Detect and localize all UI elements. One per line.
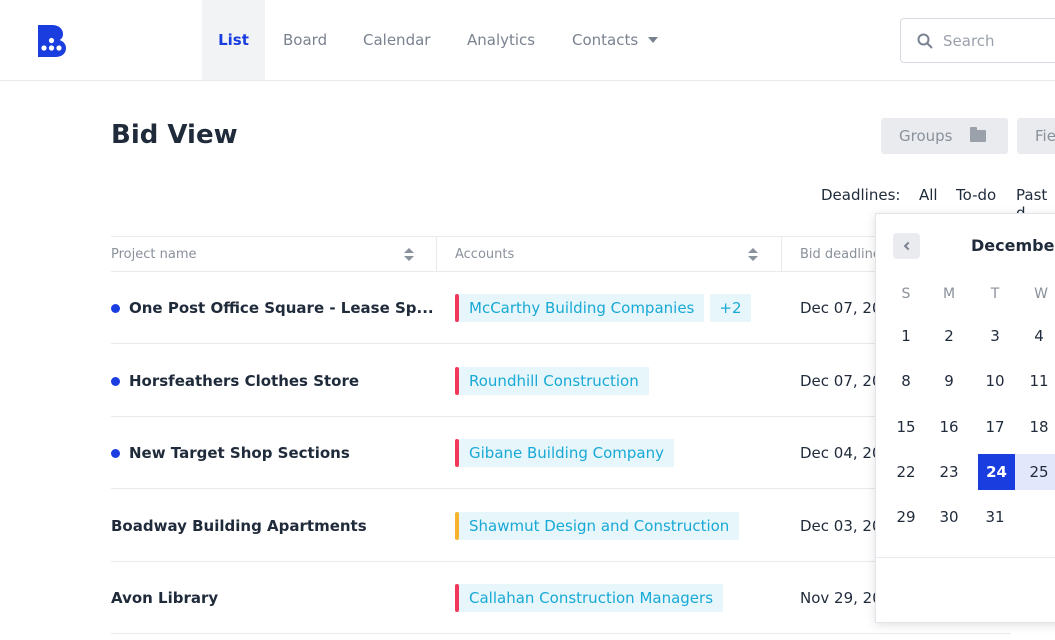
account-tag[interactable]: Callahan Construction Managers <box>455 584 724 612</box>
chevron-left-icon <box>903 241 913 251</box>
sort-icon[interactable] <box>748 248 758 262</box>
tab-label: Contacts <box>572 31 639 49</box>
weekday-label: S <box>901 286 911 302</box>
calendar-day[interactable]: 8 <box>886 363 926 399</box>
project-name: One Post Office Square - Lease Sp... <box>129 299 434 317</box>
fields-button-label: Fie <box>1035 127 1055 145</box>
tab-calendar[interactable]: Calendar <box>363 0 430 80</box>
calendar-day-in-range[interactable]: 25 <box>1015 454 1055 490</box>
bid-deadline-value: Dec 07, 20 <box>800 372 882 390</box>
tab-label: Board <box>283 31 328 49</box>
deadlines-label: Deadlines: <box>821 186 901 204</box>
deadline-filter-todo[interactable]: To-do <box>956 186 996 204</box>
account-tag[interactable]: Roundhill Construction <box>455 367 649 395</box>
account-name: McCarthy Building Companies <box>459 294 705 322</box>
chevron-down-icon <box>648 37 659 43</box>
unread-dot-icon <box>111 448 120 458</box>
weekday-label: W <box>1034 286 1048 302</box>
project-name-cell: Boadway Building Apartments <box>111 490 367 562</box>
account-tag[interactable]: Gibane Building Company <box>455 439 674 467</box>
search-input[interactable]: Search <box>900 18 1055 63</box>
bid-deadline-value: Dec 07, 20 <box>800 299 882 317</box>
calendar-day[interactable]: 18 <box>1019 409 1055 445</box>
unread-dot-icon <box>111 303 120 313</box>
calendar-day[interactable]: 16 <box>929 409 969 445</box>
project-name-cell: One Post Office Square - Lease Sp... <box>111 272 434 344</box>
column-divider <box>781 237 782 271</box>
calendar-day[interactable]: 2 <box>929 318 969 354</box>
project-name: Boadway Building Apartments <box>111 517 367 535</box>
bid-deadline-value: Nov 29, 20 <box>800 589 882 607</box>
tab-board[interactable]: Board <box>283 0 327 80</box>
weekday-label: M <box>942 286 956 302</box>
tab-contacts[interactable]: Contacts <box>572 0 659 80</box>
column-header-project-name[interactable]: Project name <box>111 237 196 271</box>
date-picker-popup: December S M T W 1 2 3 4 8 9 10 11 15 16… <box>875 213 1055 623</box>
calendar-footer-divider <box>876 557 1055 558</box>
tab-analytics[interactable]: Analytics <box>467 0 535 80</box>
search-icon <box>917 33 933 49</box>
fields-button[interactable]: Fie <box>1017 118 1055 154</box>
project-name: New Target Shop Sections <box>129 444 350 462</box>
page-title: Bid View <box>111 120 238 150</box>
column-header-accounts[interactable]: Accounts <box>455 237 514 271</box>
folder-icon <box>970 127 987 142</box>
account-name: Gibane Building Company <box>459 439 674 467</box>
calendar-day[interactable]: 3 <box>975 318 1015 354</box>
more-accounts-badge[interactable]: +2 <box>710 294 751 322</box>
account-tag[interactable]: Shawmut Design and Construction <box>455 512 740 540</box>
tab-label: Calendar <box>363 31 431 49</box>
app-logo-icon[interactable] <box>38 25 66 57</box>
deadline-filter-all[interactable]: All <box>919 186 938 204</box>
search-placeholder: Search <box>943 31 995 50</box>
calendar-day[interactable]: 23 <box>929 454 969 490</box>
project-name-cell: Avon Library <box>111 562 218 634</box>
project-name-cell: New Target Shop Sections <box>111 417 350 489</box>
groups-button[interactable]: Groups <box>881 118 1008 154</box>
column-header-bid-deadline[interactable]: Bid deadline <box>800 237 881 271</box>
account-name: Roundhill Construction <box>459 367 649 395</box>
calendar-day[interactable]: 11 <box>1019 363 1055 399</box>
calendar-day-selected[interactable]: 24 <box>978 454 1015 490</box>
tab-label: Analytics <box>467 31 536 49</box>
calendar-day[interactable]: 4 <box>1019 318 1055 354</box>
sort-icon[interactable] <box>404 248 414 262</box>
calendar-month-title: December <box>971 236 1055 255</box>
calendar-day[interactable]: 9 <box>929 363 969 399</box>
tab-list[interactable]: List <box>202 0 265 80</box>
bid-deadline-value: Dec 03, 20 <box>800 517 882 535</box>
account-name: Callahan Construction Managers <box>459 584 724 612</box>
calendar-day[interactable]: 30 <box>929 499 969 535</box>
project-name: Horsfeathers Clothes Store <box>129 372 360 390</box>
bid-deadline-value: Dec 04, 20 <box>800 444 882 462</box>
calendar-day[interactable]: 17 <box>975 409 1015 445</box>
calendar-day[interactable]: 15 <box>886 409 926 445</box>
calendar-day[interactable]: 10 <box>975 363 1015 399</box>
tab-label: List <box>218 31 249 49</box>
project-name: Avon Library <box>111 589 219 607</box>
account-tag[interactable]: McCarthy Building Companies +2 <box>455 294 751 322</box>
account-name: Shawmut Design and Construction <box>459 512 740 540</box>
project-name-cell: Horsfeathers Clothes Store <box>111 345 359 417</box>
column-divider <box>436 237 437 271</box>
calendar-day[interactable]: 1 <box>886 318 926 354</box>
unread-dot-icon <box>111 376 120 386</box>
calendar-day[interactable]: 22 <box>886 454 926 490</box>
calendar-day[interactable]: 29 <box>886 499 926 535</box>
weekday-label: T <box>990 286 1000 302</box>
calendar-day[interactable]: 31 <box>975 499 1015 535</box>
groups-button-label: Groups <box>899 127 953 145</box>
previous-month-button[interactable] <box>893 233 920 259</box>
top-navigation-bar: List Board Calendar Analytics Contacts S… <box>0 0 1055 81</box>
